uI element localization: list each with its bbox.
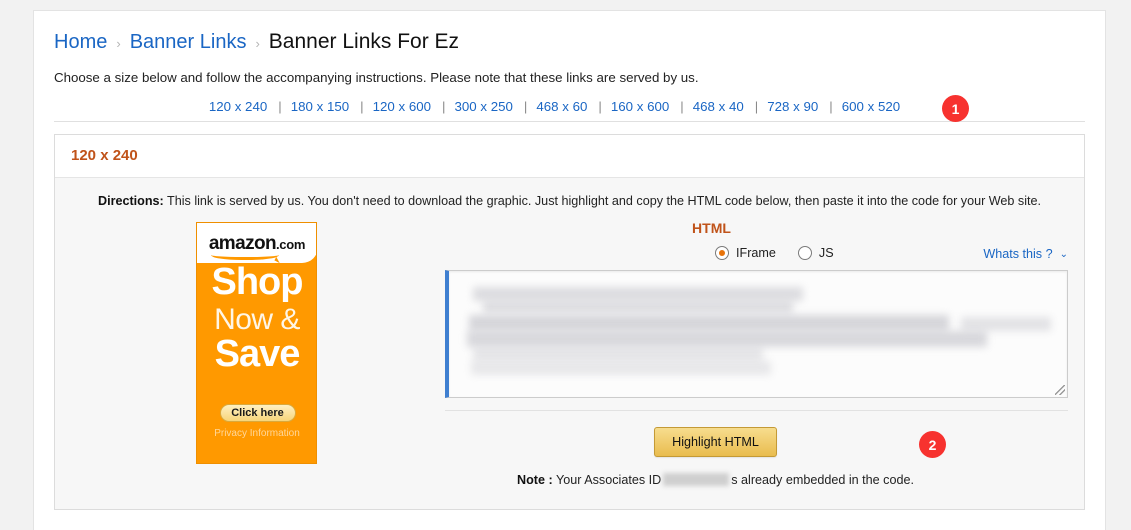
redacted-associates-id (663, 473, 730, 486)
redacted-code-line (471, 361, 771, 375)
highlight-html-button[interactable]: Highlight HTML (654, 427, 777, 457)
note-label: Note : (517, 473, 553, 487)
redacted-code-line (467, 331, 987, 347)
textarea-resize-handle[interactable] (1055, 385, 1065, 395)
annotation-badge-1: 1 (942, 95, 969, 122)
breadcrumb: Home › Banner Links › Banner Links For E… (34, 11, 1105, 54)
panel-title: 120 x 240 (71, 147, 138, 164)
action-row: Highlight HTML 2 (445, 427, 1068, 458)
page-title: Banner Links For Ez (268, 30, 460, 53)
panel-header: 120 x 240 (55, 135, 1084, 178)
amazon-logo-suffix: .com (275, 236, 306, 252)
size-separator: | (598, 99, 602, 114)
banner-privacy-link[interactable]: Privacy Information (197, 428, 316, 439)
banner-click-here-button[interactable]: Click here (219, 404, 296, 422)
breadcrumb-banner-links-link[interactable]: Banner Links (130, 31, 247, 54)
code-column: HTML IFrame JS Whats this ? ⌄ Highlight … (441, 220, 1068, 487)
size-link-728x90[interactable]: 728 x 90 (767, 99, 818, 114)
size-link-120x240[interactable]: 120 x 240 (209, 99, 267, 114)
panel-body: Directions: This link is served by us. Y… (55, 178, 1084, 509)
redacted-code-line (961, 317, 1051, 331)
associates-id-note: Note : Your Associates ID s already embed… (445, 473, 1068, 487)
size-separator: | (754, 99, 759, 114)
size-link-180x150[interactable]: 180 x 150 (291, 99, 349, 114)
radio-iframe-label: IFrame (736, 246, 776, 260)
directions-text: Directions: This link is served by us. Y… (71, 194, 1068, 208)
banner-preview-column: amazon.com Shop Now & Save Click here Pr… (71, 220, 441, 464)
amazon-smile-icon (210, 249, 279, 260)
note-before-text: Your Associates ID (555, 473, 662, 487)
directions-body: This link is served by us. You don't nee… (167, 194, 1042, 208)
radio-iframe-icon[interactable] (715, 246, 729, 260)
breadcrumb-separator-icon: › (116, 36, 121, 51)
size-links-row: 120 x 240 | 180 x 150 | 120 x 600 | 300 … (34, 95, 1105, 122)
redacted-code-line (473, 347, 763, 361)
size-link-468x40[interactable]: 468 x 40 (693, 99, 744, 114)
radio-option-iframe[interactable]: IFrame (715, 246, 776, 260)
code-divider (445, 410, 1068, 411)
breadcrumb-home-link[interactable]: Home (54, 31, 107, 54)
whats-this-label: Whats this ? (983, 247, 1053, 261)
chevron-down-icon: ⌄ (1059, 248, 1068, 260)
radio-js-icon[interactable] (797, 246, 812, 260)
banner-headline-2: Now & (214, 303, 300, 336)
redacted-code-line (473, 287, 803, 301)
whats-this-link[interactable]: Whats this ? ⌄ (983, 247, 1068, 261)
redacted-code-line (483, 301, 793, 313)
size-separator: | (442, 99, 446, 114)
size-link-468x60[interactable]: 468 x 60 (536, 99, 587, 114)
code-format-options: IFrame JS Whats this ? ⌄ (445, 246, 1068, 261)
radio-option-js[interactable]: JS (797, 246, 834, 260)
size-link-160x600[interactable]: 160 x 600 (611, 99, 669, 114)
size-link-120x600[interactable]: 120 x 600 (373, 99, 431, 114)
size-separator: | (360, 99, 364, 114)
code-format-title: HTML (692, 220, 731, 236)
amazon-banner-ad[interactable]: amazon.com Shop Now & Save Click here Pr… (195, 222, 317, 464)
directions-label: Directions: (97, 194, 164, 208)
horizontal-divider (54, 121, 1085, 122)
banner-headline-1: Shop (211, 261, 304, 303)
size-separator: | (829, 99, 833, 114)
redacted-code-line (469, 315, 949, 331)
size-link-600x520[interactable]: 600 x 520 (842, 99, 900, 114)
breadcrumb-separator-icon: › (255, 36, 260, 51)
size-link-300x250[interactable]: 300 x 250 (455, 99, 513, 114)
note-after-text: s already embedded in the code. (731, 473, 914, 487)
annotation-badge-2: 2 (919, 431, 946, 458)
amazon-logo-wordmark: amazon.com (209, 234, 306, 260)
size-separator: | (278, 99, 282, 114)
panel-columns: amazon.com Shop Now & Save Click here Pr… (71, 220, 1068, 487)
amazon-logo: amazon.com (196, 223, 316, 263)
page-card: Home › Banner Links › Banner Links For E… (33, 10, 1106, 530)
radio-js-label: JS (818, 246, 834, 260)
intro-text: Choose a size below and follow the accom… (54, 70, 699, 85)
banner-size-panel: 120 x 240 Directions: This link is serve… (54, 134, 1085, 510)
size-separator: | (680, 99, 684, 114)
html-code-textarea[interactable] (445, 270, 1068, 398)
size-separator: | (523, 99, 528, 114)
banner-headline-3: Save (214, 333, 301, 375)
